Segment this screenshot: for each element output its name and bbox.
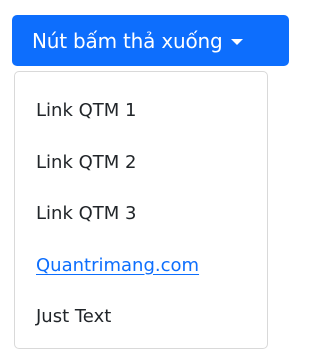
- dropdown-toggle-label: Nút bấm thả xuống: [32, 28, 223, 53]
- menu-item-link-qtm-2[interactable]: Link QTM 2: [36, 151, 136, 175]
- caret-down-icon: [231, 38, 244, 45]
- menu-item-link-qtm-3[interactable]: Link QTM 3: [36, 202, 136, 226]
- menu-item-link-qtm-1[interactable]: Link QTM 1: [36, 99, 136, 123]
- menu-item-quantrimang-link[interactable]: Quantrimang.com: [36, 254, 199, 278]
- dropdown-toggle-button[interactable]: Nút bấm thả xuống: [12, 15, 289, 66]
- menu-item-just-text: Just Text: [36, 306, 112, 327]
- dropdown-menu: Link QTM 1 Link QTM 2 Link QTM 3 Quantri…: [14, 71, 268, 349]
- page: Nút bấm thả xuống Link QTM 1 Link QTM 2 …: [0, 0, 295, 350]
